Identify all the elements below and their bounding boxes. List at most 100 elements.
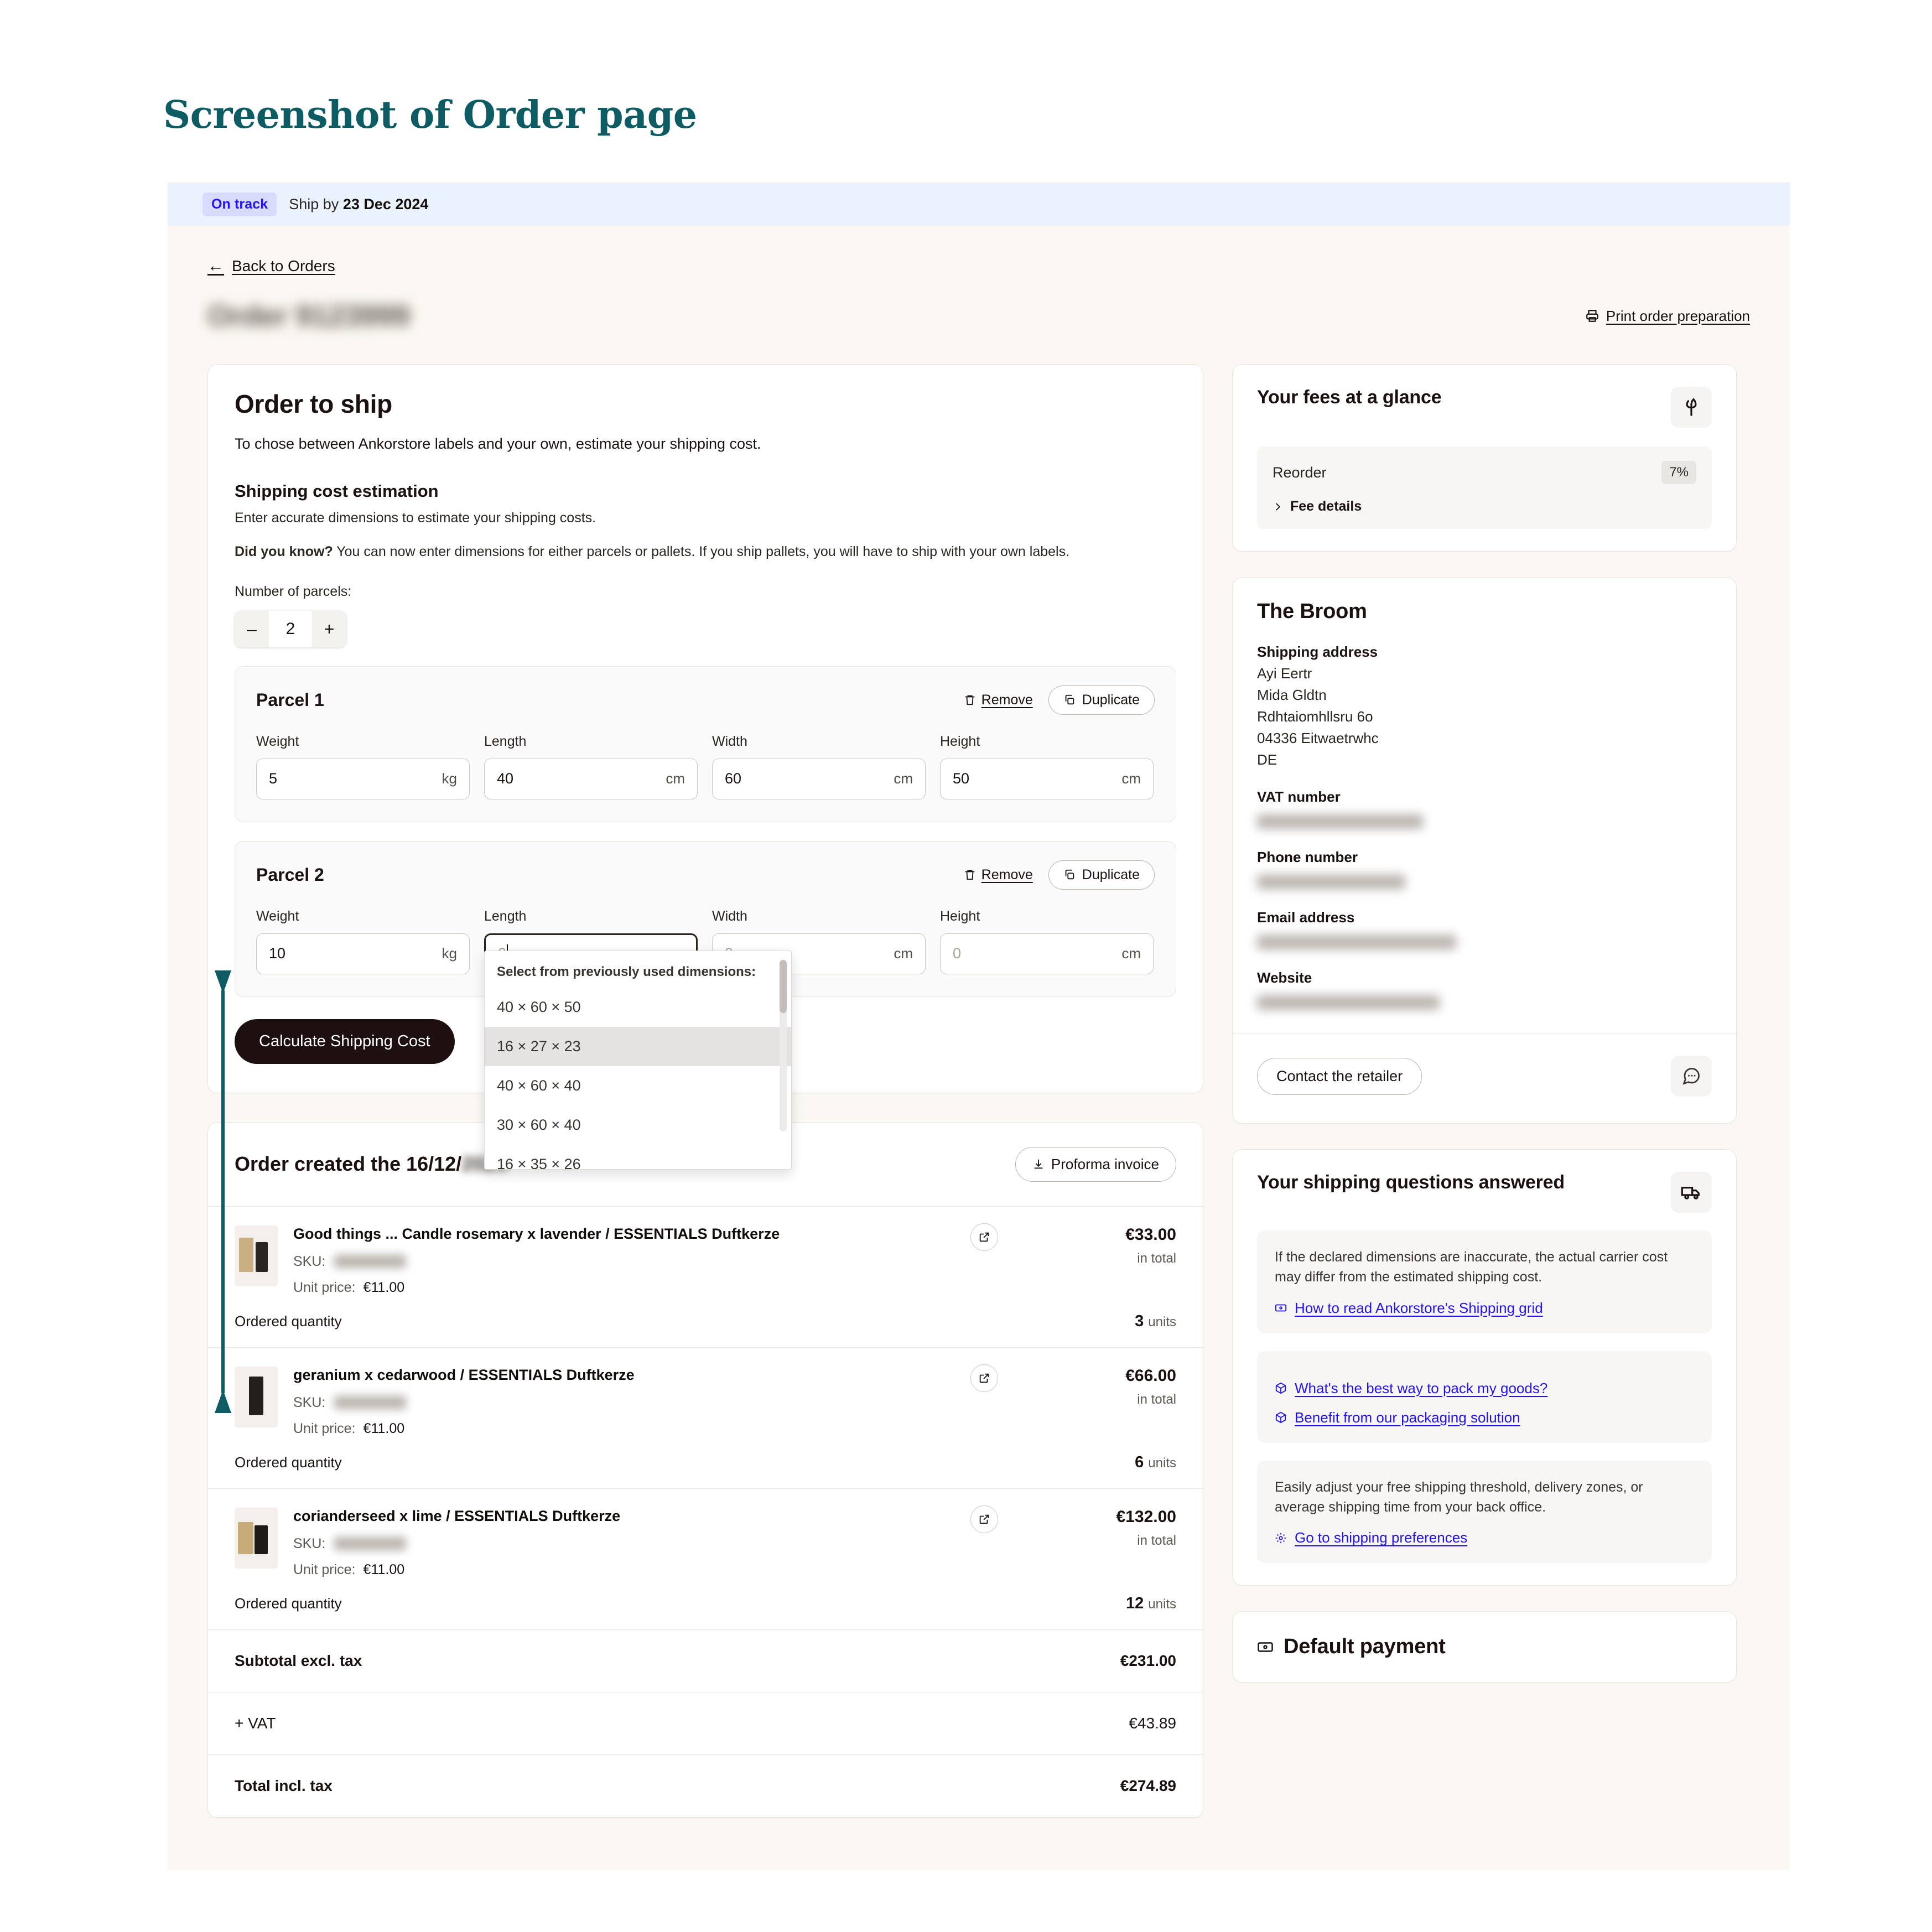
address-line: 04336 Eitwaetrwhc <box>1257 730 1379 746</box>
product-total-price: €66.00 <box>1125 1366 1176 1385</box>
total-label: Total incl. tax <box>235 1777 333 1794</box>
dropdown-option[interactable]: 40 × 60 × 50 <box>485 988 791 1027</box>
width-label: Width <box>712 908 747 924</box>
units-label: units <box>1148 1314 1176 1329</box>
default-payment-title-row: Default payment <box>1257 1635 1712 1659</box>
shipping-qa-block: If the declared dimensions are inaccurat… <box>1257 1230 1712 1333</box>
open-product-link-button[interactable] <box>970 1223 998 1251</box>
sku-value-redacted <box>334 1255 407 1269</box>
parcel-count-increment-button[interactable]: + <box>312 610 346 647</box>
weight-label: Weight <box>256 733 299 749</box>
shipping-grid-link[interactable]: How to read Ankorstore's Shipping grid <box>1275 1300 1694 1317</box>
in-total-label: in total <box>1137 1391 1176 1407</box>
shipping-questions-title: Your shipping questions answered <box>1257 1172 1565 1193</box>
weight-input[interactable]: 5 kg <box>256 758 470 799</box>
two-column-layout: Order to ship To chose between Ankorstor… <box>207 364 1750 1818</box>
pack-goods-link[interactable]: What's the best way to pack my goods? <box>1275 1380 1694 1397</box>
product-unit-price: Unit price: €11.00 <box>293 1562 995 1578</box>
dropdown-option[interactable]: 30 × 60 × 40 <box>485 1105 791 1145</box>
contact-retailer-button[interactable]: Contact the retailer <box>1257 1057 1422 1095</box>
dropdown-option[interactable]: 16 × 35 × 26 <box>485 1145 791 1169</box>
trash-icon <box>964 869 976 881</box>
ordered-quantity-row: Ordered quantity 3 units <box>235 1296 1176 1347</box>
card-icon <box>1275 1302 1287 1314</box>
ordered-quantity-row: Ordered quantity 6 units <box>235 1437 1176 1488</box>
parcel-height-field: Height 0 cm <box>940 908 1154 974</box>
previous-dimensions-dropdown[interactable]: Select from previously used dimensions: … <box>484 950 792 1170</box>
shipping-grid-link-label: How to read Ankorstore's Shipping grid <box>1295 1299 1543 1316</box>
width-input[interactable]: 60 cm <box>712 758 926 799</box>
weight-input[interactable]: 10 kg <box>256 933 470 974</box>
back-to-orders-link[interactable]: ← Back to Orders <box>207 257 335 276</box>
subtotal-row: Subtotal excl. tax €231.00 <box>208 1630 1203 1692</box>
length-input[interactable]: 40 cm <box>484 758 698 799</box>
arrow-left-icon: ← <box>207 257 224 275</box>
parcel-remove-link[interactable]: Remove <box>964 692 1033 708</box>
weight-unit: kg <box>442 945 457 962</box>
shipping-preferences-link-label: Go to shipping preferences <box>1295 1529 1468 1546</box>
fee-row: Reorder 7% <box>1273 461 1696 484</box>
shipping-questions-header: Your shipping questions answered <box>1257 1172 1712 1213</box>
parcel-remove-link[interactable]: Remove <box>964 867 1033 883</box>
parcel-count-decrement-button[interactable]: – <box>235 610 269 647</box>
ship-by-label: Ship by <box>289 196 339 212</box>
dropdown-option[interactable]: 16 × 27 × 23 <box>485 1026 791 1066</box>
order-to-ship-heading: Order to ship <box>235 389 392 418</box>
open-product-link-button[interactable] <box>970 1364 998 1392</box>
parcel-remove-label: Remove <box>981 692 1033 708</box>
order-item-right: €33.00 in total <box>970 1223 1176 1296</box>
dropdown-option[interactable]: 40 × 60 × 40 <box>485 1066 791 1105</box>
fee-details-toggle[interactable]: Fee details <box>1273 498 1696 515</box>
retailer-name: The Broom <box>1257 600 1367 623</box>
product-thumbnail <box>235 1225 278 1286</box>
default-payment-card: Default payment <box>1232 1611 1737 1682</box>
phone-number-redacted <box>1257 875 1405 889</box>
dropdown-scrollbar[interactable] <box>780 959 787 1131</box>
order-item-body: corianderseed x lime / ESSENTIALS Duftke… <box>293 1508 995 1578</box>
sku-label: SKU: <box>293 1253 326 1269</box>
order-created-label: Order created the 16/12/ <box>235 1152 462 1176</box>
ordered-quantity-row: Ordered quantity 12 units <box>235 1578 1176 1629</box>
packaging-solution-link[interactable]: Benefit from our packaging solution <box>1275 1409 1694 1426</box>
package-icon <box>1275 1411 1287 1424</box>
open-product-link-button[interactable] <box>970 1505 998 1533</box>
print-order-preparation-link[interactable]: Print order preparation <box>1585 308 1750 325</box>
parcel-length-field: Length 0 cm Select from previously used … <box>484 908 792 1170</box>
total-row: Total incl. tax €274.89 <box>208 1755 1203 1817</box>
parcel-duplicate-button[interactable]: Duplicate <box>1048 860 1155 890</box>
height-label: Height <box>940 733 980 749</box>
did-you-know-label: Did you know? <box>235 544 333 559</box>
parcel-duplicate-button[interactable]: Duplicate <box>1048 685 1155 715</box>
fees-card-header: Your fees at a glance <box>1257 387 1712 428</box>
chat-bubble-icon[interactable] <box>1671 1056 1712 1097</box>
vat-value: €43.89 <box>1129 1714 1176 1732</box>
package-icon <box>1275 1382 1287 1394</box>
proforma-invoice-button[interactable]: Proforma invoice <box>1015 1146 1176 1182</box>
proforma-invoice-label: Proforma invoice <box>1051 1155 1159 1172</box>
page-content: ← Back to Orders Order 9123999 Print ord… <box>168 226 1790 1818</box>
gear-icon <box>1275 1532 1287 1544</box>
back-to-orders-label: Back to Orders <box>232 257 335 274</box>
shipping-cost-estimation-text: Enter accurate dimensions to estimate yo… <box>235 510 596 526</box>
sku-label: SKU: <box>293 1394 326 1410</box>
parcel-count-stepper[interactable]: – 2 + <box>235 610 346 647</box>
calculate-shipping-cost-button[interactable]: Calculate Shipping Cost <box>235 1019 455 1064</box>
parcel-fields-row: Weight 10 kg Length 0 <box>256 908 1155 1170</box>
unit-price-value: €11.00 <box>363 1561 405 1577</box>
address-line: DE <box>1257 751 1277 768</box>
height-input[interactable]: 0 cm <box>940 933 1154 974</box>
vat-label: + VAT <box>235 1714 276 1732</box>
width-label: Width <box>712 733 747 749</box>
shipping-preferences-link[interactable]: Go to shipping preferences <box>1275 1529 1694 1546</box>
parcel-weight-field: Weight 10 kg <box>256 908 470 974</box>
status-badge: On track <box>202 193 277 216</box>
product-name: geranium x cedarwood / ESSENTIALS Duftke… <box>293 1366 635 1383</box>
parcel-duplicate-label: Duplicate <box>1082 692 1140 708</box>
external-link-icon <box>978 1513 990 1525</box>
order-to-ship-card: Order to ship To chose between Ankorstor… <box>207 364 1203 1413</box>
page-title: Screenshot of Order page <box>163 93 697 137</box>
height-input[interactable]: 50 cm <box>940 758 1154 799</box>
product-unit-price: Unit price: €11.00 <box>293 1280 995 1296</box>
in-total-label: in total <box>1137 1533 1176 1548</box>
order-page-app: On track Ship by 23 Dec 2024 ← Back to O… <box>168 183 1790 1870</box>
